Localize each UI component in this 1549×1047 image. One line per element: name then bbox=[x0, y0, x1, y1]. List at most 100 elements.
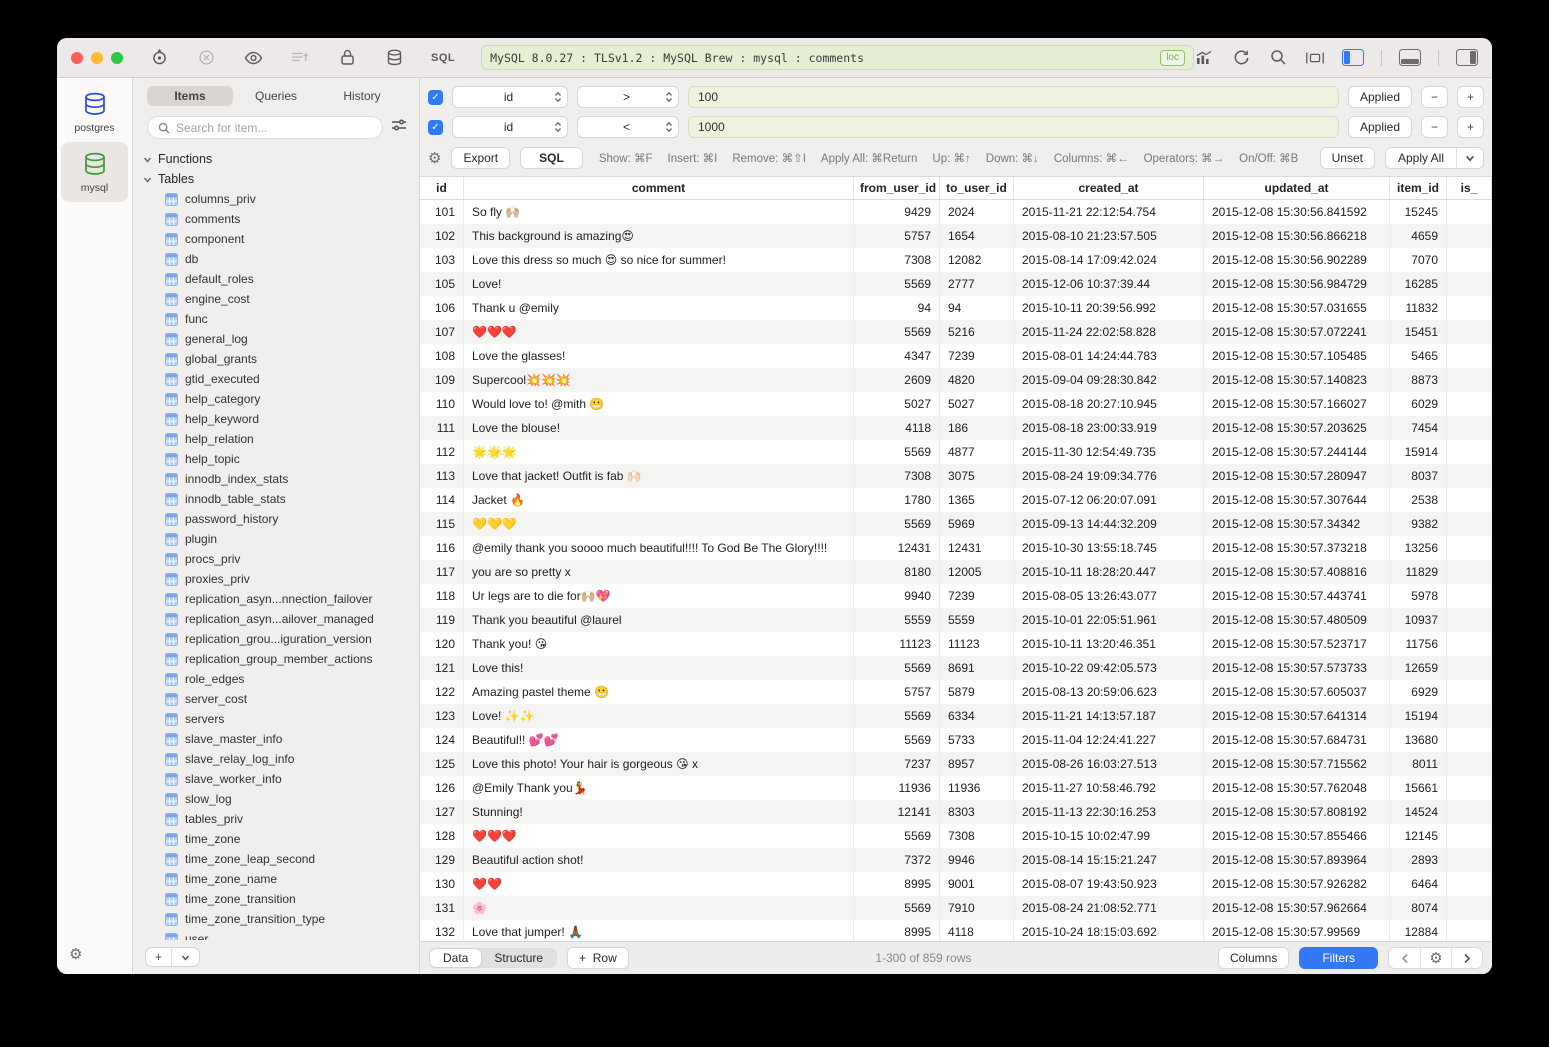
page-settings-gear-icon[interactable]: ⚙ bbox=[1420, 948, 1451, 968]
group-tables[interactable]: Tables bbox=[133, 169, 419, 189]
grid-cell-item_id[interactable]: 2538 bbox=[1390, 488, 1447, 512]
sql-preview-button[interactable]: SQL bbox=[520, 147, 583, 169]
sidebar-table-item[interactable]: slave_relay_log_info bbox=[133, 749, 419, 769]
column-header[interactable]: from_user_id bbox=[854, 177, 940, 199]
grid-cell-is_[interactable] bbox=[1447, 320, 1492, 344]
table-row[interactable]: 109Supercool💥💥💥260948202015-09-04 09:28:… bbox=[420, 368, 1492, 392]
columns-button[interactable]: Columns bbox=[1218, 947, 1289, 969]
grid-cell-to_user_id[interactable]: 7239 bbox=[940, 584, 1014, 608]
grid-cell-is_[interactable] bbox=[1447, 752, 1492, 776]
sidebar-table-item[interactable]: engine_cost bbox=[133, 289, 419, 309]
grid-cell-updated_at[interactable]: 2015-12-08 15:30:57.408816 bbox=[1204, 560, 1390, 584]
sidebar-table-item[interactable]: tables_priv bbox=[133, 809, 419, 829]
grid-cell-is_[interactable] bbox=[1447, 776, 1492, 800]
grid-cell-id[interactable]: 101 bbox=[420, 200, 464, 224]
grid-cell-updated_at[interactable]: 2015-12-08 15:30:57.072241 bbox=[1204, 320, 1390, 344]
commit-target-icon[interactable] bbox=[149, 48, 169, 68]
sidebar-table-item[interactable]: default_roles bbox=[133, 269, 419, 289]
grid-cell-id[interactable]: 114 bbox=[420, 488, 464, 512]
grid-cell-comment[interactable]: you are so pretty x bbox=[464, 560, 854, 584]
grid-cell-is_[interactable] bbox=[1447, 728, 1492, 752]
grid-cell-is_[interactable] bbox=[1447, 920, 1492, 941]
grid-cell-is_[interactable] bbox=[1447, 464, 1492, 488]
table-row[interactable]: 121Love this!556986912015-10-22 09:42:05… bbox=[420, 656, 1492, 680]
grid-cell-id[interactable]: 110 bbox=[420, 392, 464, 416]
grid-cell-created_at[interactable]: 2015-08-24 21:08:52.771 bbox=[1014, 896, 1204, 920]
grid-cell-from_user_id[interactable]: 5569 bbox=[854, 824, 940, 848]
grid-cell-created_at[interactable]: 2015-08-07 19:43:50.923 bbox=[1014, 872, 1204, 896]
grid-cell-id[interactable]: 130 bbox=[420, 872, 464, 896]
grid-cell-is_[interactable] bbox=[1447, 584, 1492, 608]
grid-cell-to_user_id[interactable]: 9946 bbox=[940, 848, 1014, 872]
grid-cell-created_at[interactable]: 2015-10-15 10:02:47.99 bbox=[1014, 824, 1204, 848]
grid-cell-created_at[interactable]: 2015-11-13 22:30:16.253 bbox=[1014, 800, 1204, 824]
grid-cell-created_at[interactable]: 2015-10-22 09:42:05.573 bbox=[1014, 656, 1204, 680]
grid-cell-item_id[interactable]: 12659 bbox=[1390, 656, 1447, 680]
grid-cell-from_user_id[interactable]: 5569 bbox=[854, 704, 940, 728]
grid-cell-id[interactable]: 107 bbox=[420, 320, 464, 344]
sidebar-table-item[interactable]: innodb_index_stats bbox=[133, 469, 419, 489]
grid-cell-to_user_id[interactable]: 12005 bbox=[940, 560, 1014, 584]
filter-column-select[interactable]: id bbox=[452, 116, 568, 138]
grid-cell-id[interactable]: 112 bbox=[420, 440, 464, 464]
grid-cell-created_at[interactable]: 2015-10-01 22:05:51.961 bbox=[1014, 608, 1204, 632]
grid-cell-item_id[interactable]: 13256 bbox=[1390, 536, 1447, 560]
grid-cell-to_user_id[interactable]: 4877 bbox=[940, 440, 1014, 464]
sidebar-table-item[interactable]: user bbox=[133, 929, 419, 940]
grid-cell-item_id[interactable]: 15451 bbox=[1390, 320, 1447, 344]
structure-view-tab[interactable]: Structure bbox=[481, 949, 556, 967]
grid-cell-comment[interactable]: ❤️❤️❤️ bbox=[464, 824, 854, 848]
grid-cell-from_user_id[interactable]: 8995 bbox=[854, 920, 940, 941]
toggle-bottom-panel-icon[interactable] bbox=[1399, 49, 1421, 66]
search-icon[interactable] bbox=[1268, 48, 1288, 68]
grid-cell-updated_at[interactable]: 2015-12-08 15:30:56.902289 bbox=[1204, 248, 1390, 272]
grid-cell-is_[interactable] bbox=[1447, 248, 1492, 272]
grid-cell-item_id[interactable]: 7070 bbox=[1390, 248, 1447, 272]
grid-cell-comment[interactable]: Love the glasses! bbox=[464, 344, 854, 368]
grid-cell-updated_at[interactable]: 2015-12-08 15:30:57.031655 bbox=[1204, 296, 1390, 320]
grid-cell-updated_at[interactable]: 2015-12-08 15:30:57.962664 bbox=[1204, 896, 1390, 920]
grid-cell-item_id[interactable]: 8074 bbox=[1390, 896, 1447, 920]
grid-cell-item_id[interactable]: 7454 bbox=[1390, 416, 1447, 440]
grid-cell-id[interactable]: 129 bbox=[420, 848, 464, 872]
sidebar-table-item[interactable]: proxies_priv bbox=[133, 569, 419, 589]
grid-cell-to_user_id[interactable]: 5879 bbox=[940, 680, 1014, 704]
grid-cell-id[interactable]: 127 bbox=[420, 800, 464, 824]
column-header[interactable]: id bbox=[420, 177, 464, 199]
grid-cell-to_user_id[interactable]: 4118 bbox=[940, 920, 1014, 941]
table-row[interactable]: 113Love that jacket! Outfit is fab 🙌🏻730… bbox=[420, 464, 1492, 488]
column-header[interactable]: updated_at bbox=[1204, 177, 1390, 199]
sidebar-table-item[interactable]: servers bbox=[133, 709, 419, 729]
grid-cell-to_user_id[interactable]: 12431 bbox=[940, 536, 1014, 560]
grid-cell-created_at[interactable]: 2015-08-18 20:27:10.945 bbox=[1014, 392, 1204, 416]
grid-cell-updated_at[interactable]: 2015-12-08 15:30:57.641314 bbox=[1204, 704, 1390, 728]
grid-cell-comment[interactable]: Would love to! @mith 😬 bbox=[464, 392, 854, 416]
grid-cell-comment[interactable]: Love! bbox=[464, 272, 854, 296]
grid-cell-to_user_id[interactable]: 2024 bbox=[940, 200, 1014, 224]
grid-cell-from_user_id[interactable]: 5027 bbox=[854, 392, 940, 416]
grid-cell-updated_at[interactable]: 2015-12-08 15:30:57.307644 bbox=[1204, 488, 1390, 512]
grid-cell-comment[interactable]: Love this photo! Your hair is gorgeous 😘… bbox=[464, 752, 854, 776]
tab-history[interactable]: History bbox=[319, 86, 405, 106]
grid-cell-created_at[interactable]: 2015-08-13 20:59:06.623 bbox=[1014, 680, 1204, 704]
sidebar-table-item[interactable]: replication_group_member_actions bbox=[133, 649, 419, 669]
sidebar-table-item[interactable]: general_log bbox=[133, 329, 419, 349]
sidebar-table-item[interactable]: global_grants bbox=[133, 349, 419, 369]
grid-cell-to_user_id[interactable]: 186 bbox=[940, 416, 1014, 440]
grid-cell-item_id[interactable]: 6029 bbox=[1390, 392, 1447, 416]
table-row[interactable]: 114Jacket 🔥178013652015-07-12 06:20:07.0… bbox=[420, 488, 1492, 512]
grid-cell-item_id[interactable]: 12884 bbox=[1390, 920, 1447, 941]
grid-cell-from_user_id[interactable]: 94 bbox=[854, 296, 940, 320]
grid-cell-updated_at[interactable]: 2015-12-08 15:30:57.34342 bbox=[1204, 512, 1390, 536]
grid-cell-updated_at[interactable]: 2015-12-08 15:30:57.684731 bbox=[1204, 728, 1390, 752]
sidebar-table-item[interactable]: role_edges bbox=[133, 669, 419, 689]
add-item-dropdown-button[interactable] bbox=[171, 948, 199, 966]
filter-settings-gear-icon[interactable]: ⚙ bbox=[428, 151, 441, 166]
grid-cell-id[interactable]: 115 bbox=[420, 512, 464, 536]
grid-cell-comment[interactable]: Supercool💥💥💥 bbox=[464, 368, 854, 392]
sidebar-table-item[interactable]: time_zone_transition_type bbox=[133, 909, 419, 929]
table-row[interactable]: 116@emily thank you soooo much beautiful… bbox=[420, 536, 1492, 560]
grid-cell-updated_at[interactable]: 2015-12-08 15:30:57.105485 bbox=[1204, 344, 1390, 368]
table-row[interactable]: 106Thank u @emily94942015-10-11 20:39:56… bbox=[420, 296, 1492, 320]
filter-enabled-checkbox[interactable]: ✓ bbox=[428, 120, 443, 135]
